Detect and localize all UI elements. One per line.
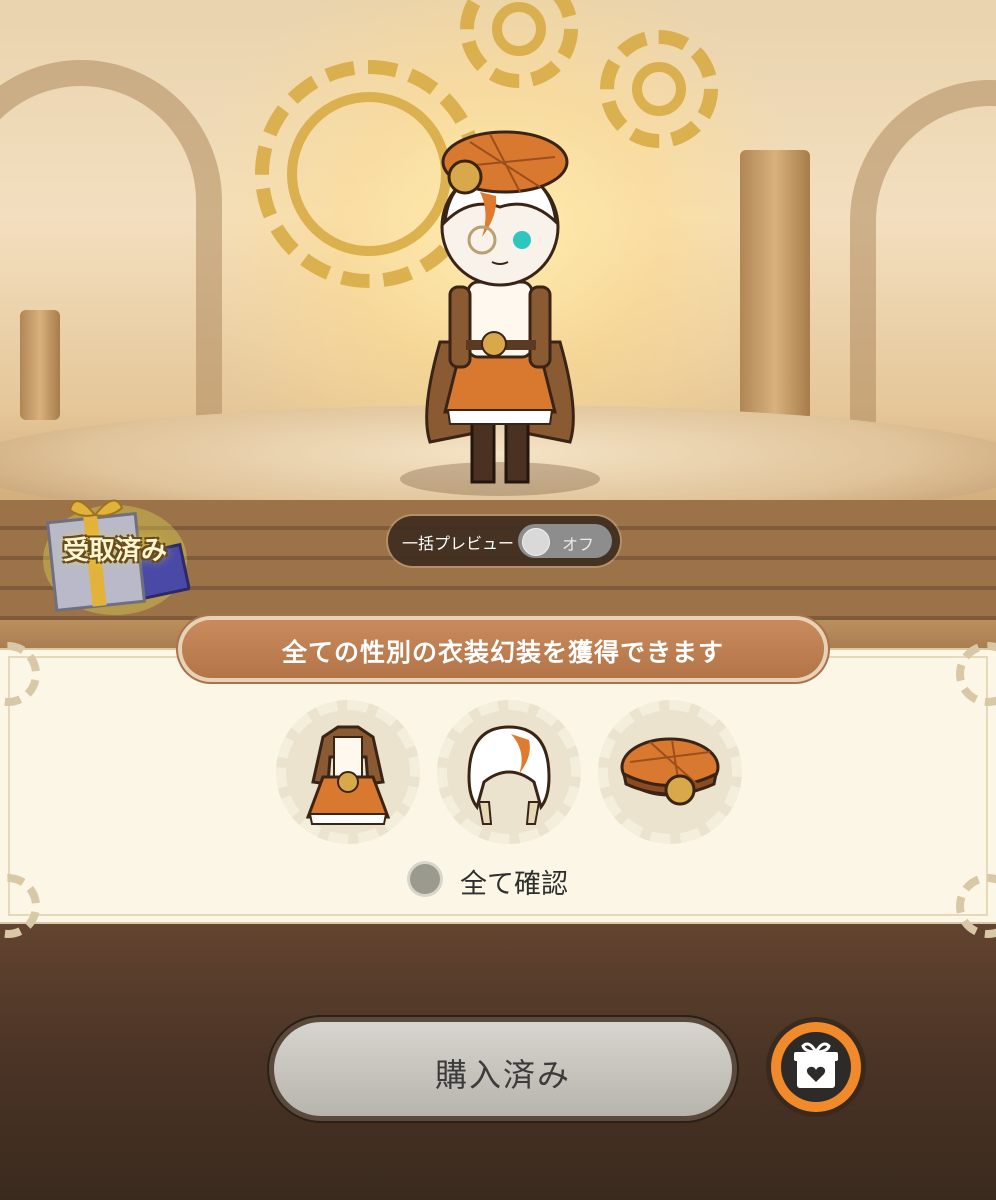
hairstyle-icon xyxy=(467,725,551,825)
gift-button-inner xyxy=(781,1032,851,1102)
reward-item-beret[interactable] xyxy=(598,700,742,844)
reward-item-hairstyle[interactable] xyxy=(437,700,581,844)
character-avatar xyxy=(425,130,575,484)
game-screen: 受取済み 一括プレビュー オフ 全ての性別の衣装幻装を獲得できます 全て確認 購… xyxy=(0,0,996,1200)
check-all-label: 全て確認 xyxy=(460,869,568,900)
gift-status-label: 受取済み xyxy=(62,536,167,566)
purchased-button-label: 購入済み xyxy=(434,1056,571,1094)
beret-hat-icon xyxy=(620,737,720,806)
toggle-state-label: オフ xyxy=(562,535,595,554)
bulk-preview-toggle[interactable]: オフ xyxy=(518,524,612,558)
check-all-radio[interactable] xyxy=(410,864,440,894)
costume-outfit-icon xyxy=(305,725,391,825)
corner-gear-icon xyxy=(956,642,996,706)
purchased-button[interactable]: 購入済み xyxy=(274,1022,732,1116)
gift-received-badge[interactable]: 受取済み xyxy=(40,490,191,615)
corner-gear-icon xyxy=(0,642,40,706)
reward-banner: 全ての性別の衣装幻装を獲得できます xyxy=(182,620,824,678)
send-gift-button[interactable] xyxy=(771,1022,861,1112)
reward-banner-text: 全ての性別の衣装幻装を獲得できます xyxy=(281,638,724,667)
stone-arch-right xyxy=(850,80,996,466)
corner-gear-icon xyxy=(0,874,40,938)
gear-small-icon xyxy=(600,30,718,148)
post-left xyxy=(20,310,60,420)
reward-item-outfit[interactable] xyxy=(276,700,420,844)
toggle-knob xyxy=(522,528,550,556)
corner-gear-icon xyxy=(956,874,996,938)
pillar-right xyxy=(740,150,810,420)
bulk-preview-label: 一括プレビュー xyxy=(402,534,515,553)
gift-heart-icon xyxy=(794,1042,838,1088)
